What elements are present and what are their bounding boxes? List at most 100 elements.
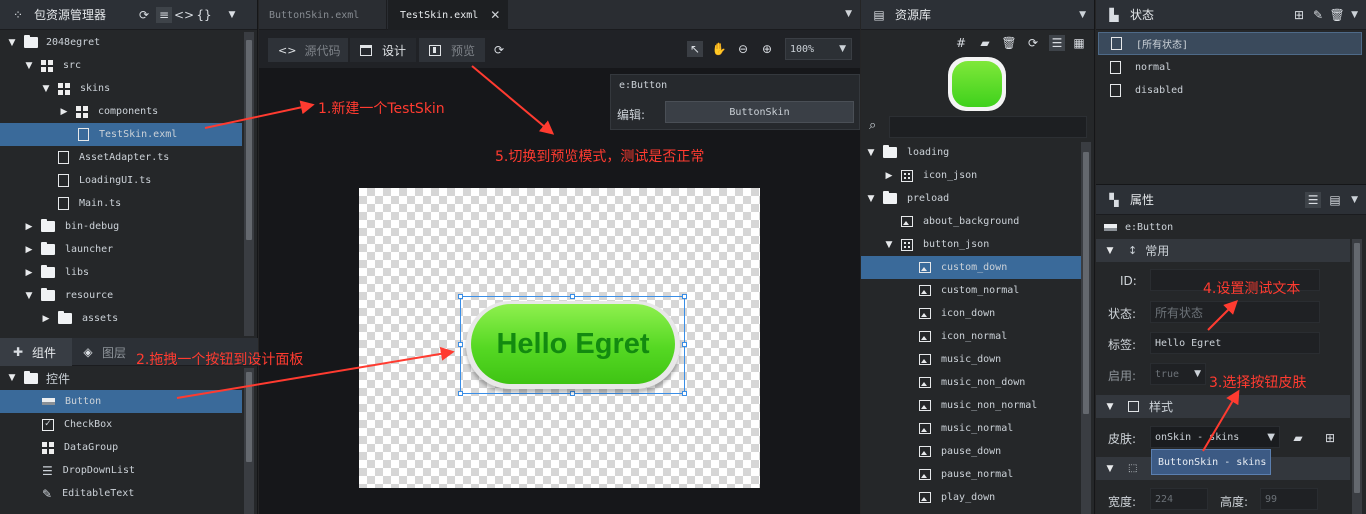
chevron-down-icon[interactable]: ▼ [883,240,895,250]
grid-icon[interactable]: # [953,35,969,51]
res-item-pause-normal[interactable]: pause_normal [861,463,1081,486]
label-input[interactable]: Hello Egret [1150,332,1320,354]
resize-handle[interactable] [570,391,575,396]
chevron-right-icon[interactable]: ▶ [883,171,895,181]
detail-view-icon[interactable]: ▦ [1071,35,1087,51]
res-item-music-non-normal[interactable]: music_non_normal [861,394,1081,417]
res-item-pause-down[interactable]: pause_down [861,440,1081,463]
tree-item-libs[interactable]: ▶ libs [0,261,242,284]
add-folder-icon[interactable]: ▰ [977,35,993,51]
list-view-icon[interactable]: ▤ [1327,192,1343,208]
chevron-down-icon[interactable]: ▼ [6,38,18,48]
code-icon[interactable]: <> [174,7,194,23]
trash-icon[interactable]: 🗑 [1001,35,1017,51]
scrollbar-thumb[interactable] [246,372,252,462]
tree-item-testskin[interactable]: TestSkin.exml [0,123,242,146]
res-item-loading[interactable]: ▼ loading [861,141,1081,164]
edit-icon[interactable]: ✎ [1310,7,1326,23]
new-skin-icon[interactable]: ⊞ [1322,430,1338,446]
resize-handle[interactable] [570,294,575,299]
close-icon[interactable]: ✕ [490,8,500,22]
resize-handle[interactable] [458,294,463,299]
chevron-right-icon[interactable]: ▶ [23,245,35,255]
res-item-custom-normal[interactable]: custom_normal [861,279,1081,302]
tab-layers[interactable]: ◈ 图层 [74,338,144,366]
hello-egret-button[interactable]: Hello Egret [466,301,680,389]
refresh-icon[interactable]: ⟳ [136,7,152,23]
collapse-all-icon[interactable]: ≡ [156,6,173,23]
res-item-music-down[interactable]: music_down [861,348,1081,371]
component-item-checkbox[interactable]: ✓ CheckBox [0,413,257,436]
chevron-down-icon[interactable]: ▼ [1351,10,1358,20]
chevron-down-icon[interactable]: ▼ [224,7,240,23]
chevron-right-icon[interactable]: ▶ [58,107,70,117]
components-scrollbar[interactable] [244,368,254,514]
resource-scrollbar[interactable] [1081,142,1091,514]
package-tree-scrollbar[interactable] [244,32,254,336]
state-item-disabled[interactable]: disabled [1096,79,1366,102]
tree-item-skins[interactable]: ▼ skins [0,77,242,100]
resource-search-input[interactable] [889,116,1087,138]
tab-buttonskin[interactable]: ButtonSkin.exml [259,0,387,30]
height-input[interactable]: 99 [1260,488,1318,510]
chevron-down-icon[interactable]: ▼ [23,291,35,301]
chevron-right-icon[interactable]: ▶ [23,222,35,232]
chevron-down-icon[interactable]: ▼ [40,84,52,94]
component-item-editabletext[interactable]: ✎ EditableText [0,482,257,505]
design-canvas[interactable]: Hello Egret [359,188,760,488]
chevron-right-icon[interactable]: ▶ [23,268,35,278]
res-item-icon-json[interactable]: ▶ icon_json [861,164,1081,187]
mode-design-button[interactable]: 设计 [350,38,416,62]
chevron-down-icon[interactable]: ▼ [6,373,18,383]
chevron-down-icon[interactable]: ▼ [865,148,877,158]
tab-testskin[interactable]: TestSkin.exml ✕ [388,0,508,30]
properties-scrollbar[interactable] [1352,239,1362,514]
res-item-custom-down[interactable]: custom_down [861,256,1081,279]
chevron-down-icon[interactable]: ▼ [1104,246,1116,256]
state-input[interactable]: 所有状态 [1150,301,1320,323]
chevron-down-icon[interactable]: ▼ [1079,10,1086,20]
chevron-down-icon[interactable]: ▼ [865,194,877,204]
tree-item-assetadapter[interactable]: AssetAdapter.ts [0,146,242,169]
resize-handle[interactable] [458,391,463,396]
chevron-right-icon[interactable]: ▶ [40,314,52,324]
res-item-music-non-down[interactable]: music_non_down [861,371,1081,394]
res-item-icon-normal[interactable]: icon_normal [861,325,1081,348]
tree-item-launcher[interactable]: ▶ launcher [0,238,242,261]
enabled-select[interactable]: true ▼ [1150,363,1206,385]
category-view-icon[interactable]: ☰ [1305,191,1322,208]
scrollbar-thumb[interactable] [1354,243,1360,493]
res-item-music-normal[interactable]: music_normal [861,417,1081,440]
trash-icon[interactable]: 🗑 [1329,7,1345,23]
refresh-icon[interactable]: ⟳ [491,42,507,58]
chevron-down-icon[interactable]: ▼ [845,9,852,19]
section-common[interactable]: ▼ ↕ 常用 [1096,239,1350,262]
selection-box[interactable]: Hello Egret [458,294,687,396]
braces-icon[interactable]: {} [196,7,212,23]
tree-item-loadingui[interactable]: LoadingUI.ts [0,169,242,192]
zoom-select[interactable]: 100% ▼ [785,38,852,60]
components-group-controls[interactable]: ▼ 控件 [0,367,257,389]
open-folder-icon[interactable]: ▰ [1290,430,1306,446]
res-item-preload[interactable]: ▼ preload [861,187,1081,210]
section-style[interactable]: ▼ 样式 [1096,395,1350,418]
scrollbar-thumb[interactable] [246,40,252,240]
refresh-icon[interactable]: ⟳ [1025,35,1041,51]
resize-handle[interactable] [682,391,687,396]
skin-dropdown-option[interactable]: ButtonSkin - skins [1151,449,1271,475]
width-input[interactable]: 224 [1150,488,1208,510]
state-item-all[interactable]: [所有状态] [1098,32,1362,55]
skin-select[interactable]: onSkin - skins ▼ [1150,426,1280,448]
tree-item-components[interactable]: ▶ components [0,100,242,123]
zoom-out-icon[interactable]: ⊖ [735,41,751,57]
scrollbar-thumb[interactable] [1083,152,1089,414]
tree-item-2048egret[interactable]: ▼ 2048egret [0,31,242,54]
chevron-down-icon[interactable]: ▼ [23,61,35,71]
select-cursor-icon[interactable]: ↖ [687,41,703,57]
state-item-normal[interactable]: normal [1096,56,1366,79]
component-item-datagroup[interactable]: DataGroup [0,436,257,459]
tree-item-main[interactable]: Main.ts [0,192,242,215]
resize-handle[interactable] [458,342,463,347]
component-item-button[interactable]: Button [0,390,242,413]
res-item-button-json[interactable]: ▼ button_json [861,233,1081,256]
